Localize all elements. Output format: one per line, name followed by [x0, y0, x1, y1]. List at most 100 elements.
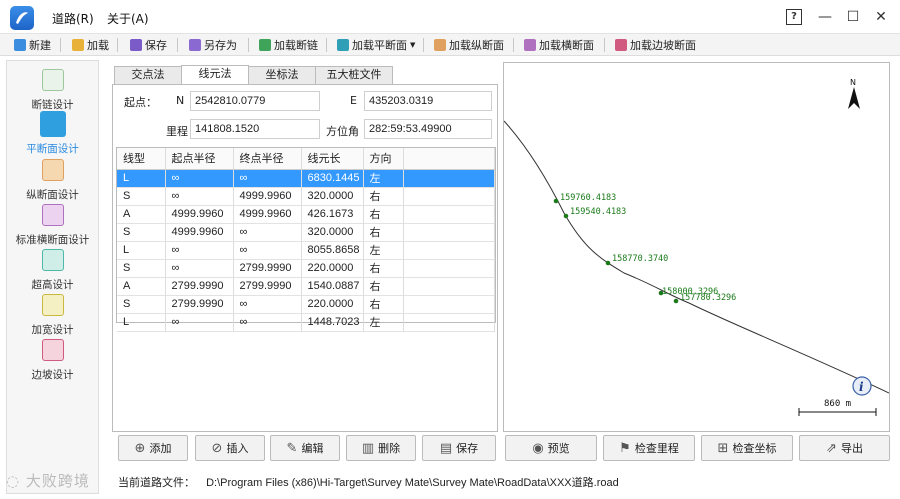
table-cell[interactable]: A [117, 205, 166, 224]
table-cell[interactable]: 右 [363, 187, 404, 206]
table-cell[interactable]: 4999.9960 [165, 223, 234, 242]
nav-item-cross-section[interactable]: 标准横断面设计 [7, 202, 98, 246]
table-cell[interactable]: ∞ [165, 169, 234, 188]
table-cell[interactable]: 320.0000 [301, 187, 364, 206]
table-cell[interactable]: 左 [363, 241, 404, 260]
table-cell[interactable]: 220.0000 [301, 295, 364, 314]
save-button[interactable]: 保存 [130, 37, 167, 53]
table-cell[interactable]: L [117, 241, 166, 260]
header-end-radius[interactable]: 终点半径 [233, 148, 302, 170]
table-cell[interactable]: S [117, 295, 166, 314]
table-cell[interactable]: 4999.9960 [233, 187, 302, 206]
table-cell[interactable]: 2799.9990 [165, 295, 234, 314]
table-cell[interactable]: 320.0000 [301, 223, 364, 242]
delete-button[interactable]: ▥ 删除 [346, 435, 416, 461]
table-cell[interactable]: ∞ [233, 169, 302, 188]
nav-item-superelevation[interactable]: 超高设计 [7, 247, 98, 291]
check-coords-button[interactable]: ⊞ 检查坐标 [701, 435, 793, 461]
table-cell[interactable]: 6830.1445 [301, 169, 364, 188]
help-button[interactable]: ? [786, 9, 802, 25]
menu-about[interactable]: 关于(A) [107, 10, 149, 27]
table-cell[interactable]: 1448.7023 [301, 313, 364, 332]
table-cell[interactable]: 右 [363, 259, 404, 278]
new-button[interactable]: 新建 [14, 37, 51, 53]
tab-coordinate[interactable]: 坐标法 [248, 66, 316, 84]
header-start-radius[interactable]: 起点半径 [165, 148, 234, 170]
azimuth-field[interactable]: 282:59:53.49900 [364, 119, 492, 139]
table-row[interactable]: S 2799.9990 ∞ 220.0000 右 [117, 295, 495, 314]
table-cell[interactable]: 右 [363, 223, 404, 242]
table-row[interactable]: S 4999.9960 ∞ 320.0000 右 [117, 223, 495, 242]
load-plan-button[interactable]: 加载平断面 ▼ [337, 37, 415, 53]
n-field[interactable]: 2542810.0779 [190, 91, 320, 111]
table-cell[interactable]: A [117, 277, 166, 296]
table-cell[interactable]: 右 [363, 295, 404, 314]
save-as-button[interactable]: 另存为 [189, 37, 237, 53]
table-cell[interactable]: 右 [363, 205, 404, 224]
minimize-button[interactable]: — [814, 7, 836, 27]
table-cell[interactable]: 220.0000 [301, 259, 364, 278]
load-slope-button[interactable]: 加载边坡断面 [615, 37, 696, 53]
close-button[interactable]: ✕ [870, 7, 892, 27]
export-button[interactable]: ⇗ 导出 [799, 435, 890, 461]
tab-element[interactable]: 线元法 [181, 65, 249, 84]
header-direction[interactable]: 方向 [363, 148, 404, 170]
table-cell[interactable]: 1540.0887 [301, 277, 364, 296]
table-row[interactable]: S ∞ 2799.9990 220.0000 右 [117, 259, 495, 278]
load-profile-button[interactable]: 加载纵断面 [434, 37, 504, 53]
e-field[interactable]: 435203.0319 [364, 91, 492, 111]
maximize-button[interactable]: ☐ [842, 7, 864, 27]
table-cell[interactable]: 2799.9990 [233, 277, 302, 296]
table-cell[interactable]: S [117, 187, 166, 206]
table-cell[interactable]: ∞ [233, 313, 302, 332]
mileage-field[interactable]: 141808.1520 [190, 119, 320, 139]
table-cell[interactable]: 右 [363, 277, 404, 296]
table-cell[interactable]: 左 [363, 313, 404, 332]
table-cell[interactable]: L [117, 313, 166, 332]
table-cell[interactable]: ∞ [233, 241, 302, 260]
load-chain-button[interactable]: 加载断链 [259, 37, 318, 53]
table-cell[interactable]: 左 [363, 169, 404, 188]
nav-item-widening[interactable]: 加宽设计 [7, 292, 98, 336]
header-length[interactable]: 线元长 [301, 148, 364, 170]
table-cell[interactable]: S [117, 223, 166, 242]
table-cell[interactable]: S [117, 259, 166, 278]
table-row[interactable]: L ∞ ∞ 8055.8658 左 [117, 241, 495, 260]
table-cell[interactable]: 4999.9960 [233, 205, 302, 224]
table-row[interactable]: A 2799.9990 2799.9990 1540.0887 右 [117, 277, 495, 296]
table-cell[interactable]: L [117, 169, 166, 188]
table-cell[interactable]: ∞ [165, 241, 234, 260]
load-button[interactable]: 加载 [72, 37, 109, 53]
tab-five-stakes[interactable]: 五大桩文件 [315, 66, 393, 84]
insert-button[interactable]: ⊘ 插入 [195, 435, 265, 461]
preview-button[interactable]: ◉ 预览 [505, 435, 597, 461]
edit-button[interactable]: ✎ 编辑 [270, 435, 340, 461]
table-cell[interactable]: ∞ [165, 313, 234, 332]
table-cell[interactable]: 2799.9990 [233, 259, 302, 278]
table-cell[interactable]: ∞ [233, 223, 302, 242]
table-row[interactable]: L ∞ ∞ 6830.1445 左 [117, 169, 495, 188]
header-type[interactable]: 线型 [117, 148, 166, 170]
check-mileage-button[interactable]: ⚑ 检查里程 [603, 435, 695, 461]
table-row[interactable]: S ∞ 4999.9960 320.0000 右 [117, 187, 495, 206]
table-row[interactable]: A 4999.9960 4999.9960 426.1673 右 [117, 205, 495, 224]
nav-item-profile[interactable]: 纵断面设计 [7, 157, 98, 201]
table-cell[interactable]: 4999.9960 [165, 205, 234, 224]
plan-icon [337, 39, 349, 51]
add-button[interactable]: ⊕ 添加 [118, 435, 188, 461]
nav-item-plan[interactable]: 平断面设计 [7, 111, 98, 155]
nav-item-chain[interactable]: 断链设计 [7, 67, 98, 111]
table-cell[interactable]: 426.1673 [301, 205, 364, 224]
tab-intersection[interactable]: 交点法 [114, 66, 182, 84]
table-cell[interactable]: 8055.8658 [301, 241, 364, 260]
load-cross-button[interactable]: 加载横断面 [524, 37, 594, 53]
menu-road[interactable]: 道路(R) [52, 10, 94, 27]
table-cell[interactable]: ∞ [165, 259, 234, 278]
table-row[interactable]: L ∞ ∞ 1448.7023 左 [117, 313, 495, 332]
save-grid-button[interactable]: ▤ 保存 [422, 435, 496, 461]
table-cell[interactable]: 2799.9990 [165, 277, 234, 296]
table-cell[interactable]: ∞ [165, 187, 234, 206]
alignment-preview-canvas[interactable]: 159760.4183 159540.4183 158770.3740 1580… [503, 62, 890, 432]
table-cell[interactable]: ∞ [233, 295, 302, 314]
nav-item-slope[interactable]: 边坡设计 [7, 337, 98, 381]
